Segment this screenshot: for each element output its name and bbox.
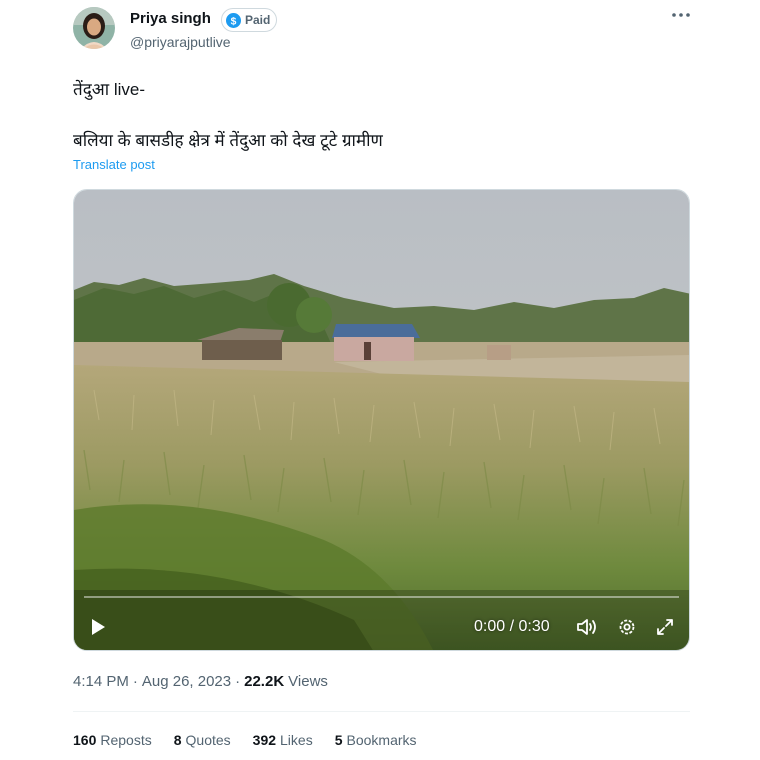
meta-separator: ·: [235, 673, 241, 690]
post-meta: 4:14 PM · Aug 26, 2023 · 22.2K Views: [73, 673, 328, 690]
quotes-count: 8: [173, 732, 182, 748]
reposts-count: 160: [73, 732, 97, 748]
play-icon: [92, 619, 105, 635]
engagement-stats: 160 Reposts 8 Quotes 392 Likes 5 Bookmar…: [73, 732, 417, 748]
dollar-badge-icon: $: [226, 12, 241, 28]
video-progress-bar[interactable]: [84, 596, 679, 598]
fullscreen-button[interactable]: [652, 612, 678, 642]
more-horizontal-icon: [672, 13, 690, 17]
divider: [73, 711, 690, 712]
likes-label: Likes: [280, 732, 313, 748]
video-time: 0:00 / 0:30: [474, 618, 550, 635]
more-options-button[interactable]: [670, 4, 692, 26]
settings-button[interactable]: [614, 612, 640, 642]
volume-button[interactable]: [574, 612, 600, 642]
author-handle[interactable]: @priyarajputlive: [130, 34, 231, 50]
post-text-line-1: तेंदुआ live-: [73, 80, 145, 99]
quotes-label: Quotes: [185, 732, 231, 748]
likes-count: 392: [252, 732, 277, 748]
meta-separator: ·: [132, 673, 138, 690]
avatar[interactable]: [73, 7, 115, 49]
video-frame: [74, 190, 689, 650]
gear-icon: [619, 619, 635, 635]
expand-icon: [657, 619, 673, 635]
post-text-line-2: बलिया के बासडीह क्षेत्र में तेंदुआ को दे…: [73, 131, 383, 150]
translate-post-link[interactable]: Translate post: [73, 157, 155, 172]
post-date[interactable]: Aug 26, 2023: [142, 673, 231, 690]
video-player[interactable]: 0:00 / 0:30: [73, 189, 690, 651]
post-time[interactable]: 4:14 PM: [73, 673, 129, 690]
paid-badge[interactable]: $ Paid: [221, 8, 278, 32]
likes-stat[interactable]: 392 Likes: [253, 732, 313, 748]
author-name[interactable]: Priya singh: [130, 10, 211, 27]
views-label: Views: [288, 673, 328, 690]
reposts-label: Reposts: [100, 732, 152, 748]
svg-text:$: $: [231, 16, 237, 27]
play-button[interactable]: [86, 612, 110, 642]
views-count: 22.2K: [244, 673, 285, 690]
badge-label: Paid: [245, 13, 271, 27]
quotes-stat[interactable]: 8 Quotes: [174, 732, 231, 748]
bookmarks-count: 5: [334, 732, 343, 748]
bookmarks-label: Bookmarks: [346, 732, 417, 748]
reposts-stat[interactable]: 160 Reposts: [73, 732, 152, 748]
bookmarks-stat[interactable]: 5 Bookmarks: [335, 732, 417, 748]
volume-icon: [577, 619, 596, 635]
avatar-image: [73, 7, 115, 49]
